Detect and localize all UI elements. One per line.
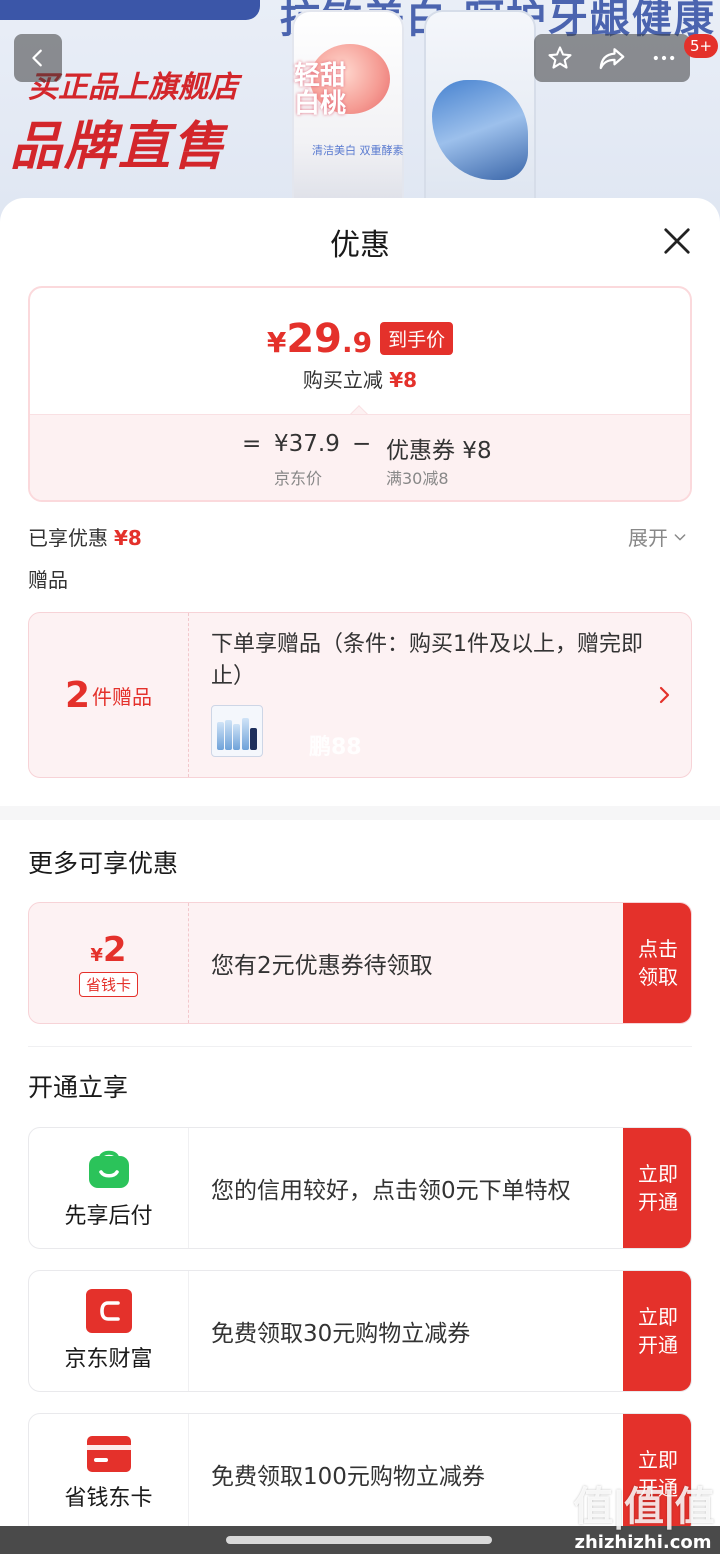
gift-count-number: 2 — [64, 674, 91, 716]
jd-price: ¥37.9 — [274, 431, 340, 457]
chevron-left-icon — [32, 49, 42, 67]
instant-discount-line: 购买立减 ¥8 — [30, 364, 690, 393]
product-bottle-blue — [424, 10, 536, 230]
final-price-area: ¥29.9 到手价 购买立减 ¥8 — [30, 288, 690, 414]
open-section-title: 开通立享 — [28, 1073, 129, 1102]
service-name: 先享后付 — [64, 1204, 153, 1229]
enjoyed-amount: ¥8 — [114, 526, 142, 550]
activate-button[interactable]: 立即 开通 — [623, 1271, 691, 1391]
instant-discount-label: 购买立减 — [302, 368, 383, 392]
section-divider — [0, 806, 720, 820]
product-bottle-peach: 轻甜 白桃 清洁美白 双重酵素 — [292, 10, 404, 230]
more-button[interactable] — [642, 36, 686, 80]
service-offer-text: 免费领取30元购物立减券 — [211, 1321, 471, 1347]
gift-card[interactable]: 2 件赠品 下单享赠品（条件：购买1件及以上，赠完即止） 鹏88 — [28, 612, 692, 778]
price-breakdown-card: ¥29.9 到手价 购买立减 ¥8 = ¥37.9 京东价 − 优惠券 ¥8 满… — [28, 286, 692, 502]
more-dots-icon — [653, 55, 675, 61]
chevron-right-icon — [659, 686, 670, 704]
shopping-bag-icon — [88, 1150, 129, 1188]
gift-thumbnail[interactable] — [211, 705, 263, 757]
chevron-down-icon — [674, 533, 686, 540]
star-icon — [548, 46, 572, 69]
bottle-label: 轻甜 白桃 — [294, 61, 347, 119]
service-name: 省钱东卡 — [64, 1486, 153, 1511]
enjoyed-label: 已享优惠 — [28, 526, 108, 550]
banner-slogan-large: 品牌直售 — [10, 117, 227, 177]
service-name: 京东财富 — [64, 1347, 153, 1372]
coupon-offer-card: ¥2 省钱卡 您有2元优惠券待领取 点击 领取 — [28, 902, 692, 1024]
coupon-currency: ¥ — [90, 944, 103, 966]
gift-count-unit: 件赠品 — [92, 684, 153, 709]
discount-sheet: 优惠 ¥29.9 到手价 购买立减 ¥8 = ¥37.9 京东价 − 优惠券 ¥… — [0, 198, 720, 1554]
share-icon — [599, 48, 625, 70]
activate-button[interactable]: 立即 开通 — [623, 1128, 691, 1248]
wave-graphic — [432, 80, 528, 180]
back-button[interactable] — [14, 34, 62, 82]
final-price-tag: 到手价 — [380, 322, 454, 355]
coupon-value-number: 2 — [102, 929, 127, 970]
claim-coupon-button[interactable]: 点击 领取 — [623, 903, 691, 1023]
close-button[interactable] — [656, 220, 698, 262]
enjoyed-discount: 已享优惠 ¥8 — [28, 522, 142, 551]
service-card-jd-finance: 京东财富 免费领取30元购物立减券 立即 开通 — [28, 1270, 692, 1392]
service-identity: 京东财富 — [29, 1271, 189, 1391]
close-icon — [664, 228, 690, 254]
bottle-sub-label: 清洁美白 双重酵素 — [312, 144, 404, 157]
expand-label: 展开 — [628, 526, 668, 550]
coupon-offer-text: 您有2元优惠券待领取 — [211, 953, 433, 979]
coupon-value-block: ¥2 省钱卡 — [29, 903, 189, 1023]
currency-symbol: ¥ — [266, 326, 287, 359]
gift-count: 2 件赠品 — [29, 613, 189, 777]
minus-sign: − — [352, 431, 372, 457]
service-card-pay-later: 先享后付 您的信用较好，点击领0元下单特权 立即 开通 — [28, 1127, 692, 1249]
message-badge: 5+ — [684, 34, 719, 58]
sheet-title: 优惠 — [330, 228, 390, 263]
price-integer: 29 — [286, 316, 342, 362]
header-actions — [534, 34, 690, 82]
site-watermark: 值|值|值 zhizhizhi.com — [568, 1474, 718, 1553]
coupon-amount: 优惠券 ¥8 — [386, 438, 492, 464]
price-formula: = ¥37.9 京东价 − 优惠券 ¥8 满30减8 — [30, 414, 690, 500]
service-offer-text: 您的信用较好，点击领0元下单特权 — [211, 1178, 571, 1204]
gift-description: 下单享赠品（条件：购买1件及以上，赠完即止） — [211, 632, 643, 689]
gift-arrow[interactable] — [653, 681, 677, 709]
equals-sign: = — [242, 431, 262, 457]
expand-button[interactable]: 展开 — [628, 522, 688, 551]
gift-section-label: 赠品 — [28, 568, 68, 592]
price-decimal: .9 — [342, 326, 373, 359]
site-logo: 值|值|值 — [573, 1484, 714, 1530]
banner-stripe — [0, 0, 260, 20]
service-identity: 先享后付 — [29, 1128, 189, 1248]
share-button[interactable] — [590, 36, 634, 80]
home-indicator[interactable] — [226, 1536, 492, 1544]
service-offer-text: 免费领取100元购物立减券 — [211, 1464, 485, 1490]
jd-price-label: 京东价 — [274, 469, 323, 488]
watermark-text: 鹏88 — [309, 735, 362, 760]
service-identity: 省钱东卡 — [29, 1414, 189, 1534]
coupon-value: ¥2 — [90, 930, 126, 970]
card-icon — [86, 1436, 131, 1472]
site-url: zhizhizhi.com — [574, 1532, 712, 1553]
jd-finance-icon — [85, 1289, 132, 1333]
final-price: ¥29.9 — [267, 316, 372, 362]
coupon-rule: 满30减8 — [386, 469, 449, 488]
section-divider-line — [28, 1046, 692, 1047]
instant-discount-amount: ¥8 — [389, 368, 418, 392]
favorite-button[interactable] — [538, 36, 582, 80]
more-offers-title: 更多可享优惠 — [28, 849, 179, 878]
coupon-tag: 省钱卡 — [78, 971, 138, 997]
